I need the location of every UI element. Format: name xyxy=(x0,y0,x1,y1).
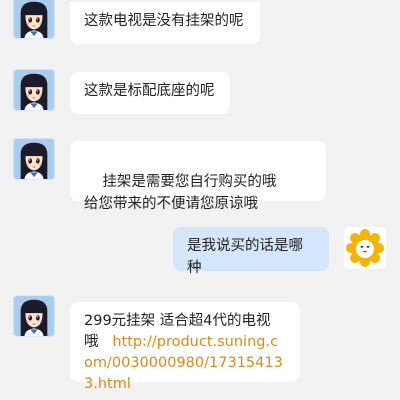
message-bubble: 这款电视是没有挂架的呢 xyxy=(70,2,260,44)
agent-avatar-icon[interactable] xyxy=(13,295,55,337)
message-text: 哦 xyxy=(84,334,99,350)
message-text: 299元挂架 适合超4代的电视 xyxy=(84,313,271,329)
agent-avatar-icon[interactable] xyxy=(13,0,55,39)
message-bubble: 挂架是需要您自行购买的哦 给您带来的不便请您原谅哦 xyxy=(70,141,326,212)
message-bubble: 299元挂架 适合超4代的电视 哦 http://product.suning.… xyxy=(70,302,300,392)
user-message-bubble: 是我说买的话是哪种 xyxy=(173,227,329,276)
product-link[interactable]: http://product.suning.com/0030000980/173… xyxy=(84,334,283,392)
message-text: 是我说买的话是哪种 xyxy=(187,238,303,276)
message-text-with-link: 哦 http://product.suning.com/0030000980/1… xyxy=(84,332,286,395)
user-avatar-icon[interactable] xyxy=(344,227,386,269)
agent-avatar-icon[interactable] xyxy=(13,69,55,111)
agent-avatar-icon[interactable] xyxy=(13,138,55,180)
message-text: 这款是标配底座的呢 xyxy=(84,83,215,99)
message-bubble: 这款是标配底座的呢 xyxy=(70,72,230,114)
chat-conversation: 这款电视是没有挂架的呢 这款是标配底座的呢 挂架是需要您自行购买的哦 给您带来的… xyxy=(0,0,400,400)
message-text: 这款电视是没有挂架的呢 xyxy=(84,13,244,29)
message-text: 挂架是需要您自行购买的哦 给您带来的不便请您原谅哦 xyxy=(84,174,300,212)
